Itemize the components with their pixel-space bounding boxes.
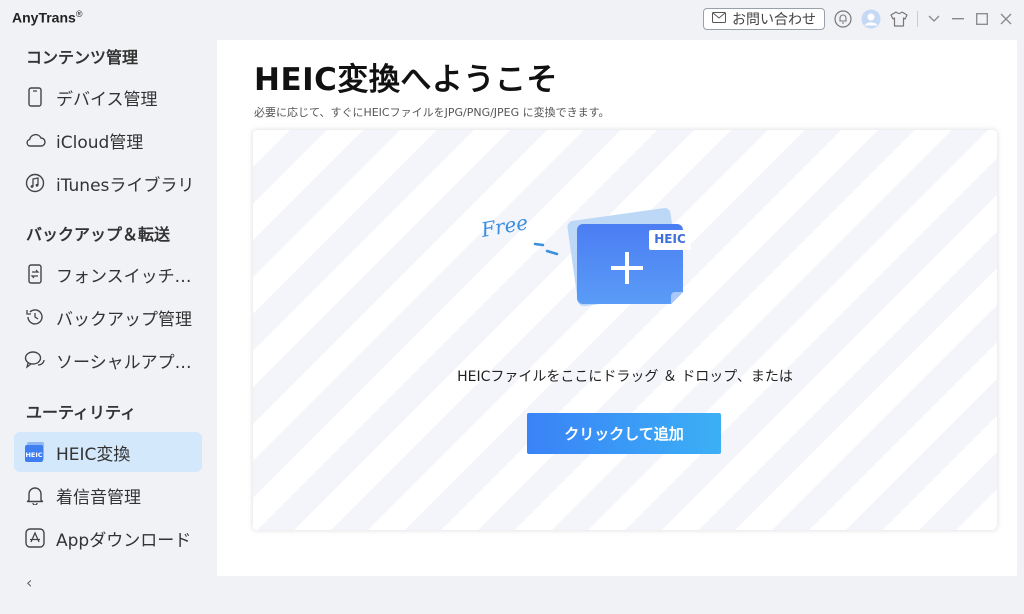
phone-icon bbox=[24, 86, 46, 108]
sidebar: コンテンツ管理 デバイス管理 iCloud管理 iTunesライブラリ バックア… bbox=[0, 38, 216, 614]
mail-icon bbox=[712, 11, 726, 27]
sidebar-item-label: HEIC変換 bbox=[56, 444, 131, 465]
dropdown-chevron-icon[interactable] bbox=[926, 11, 942, 27]
sidebar-item-heic-converter[interactable]: HEIC HEIC変換 bbox=[14, 432, 202, 472]
cloud-icon bbox=[24, 129, 46, 151]
app-store-icon bbox=[24, 527, 46, 549]
minimize-icon[interactable] bbox=[950, 11, 966, 27]
drop-instruction: HEICファイルをここにドラッグ ＆ ドロップ、または bbox=[457, 369, 793, 385]
section-title-utility: ユーティリティ bbox=[26, 403, 137, 422]
sidebar-collapse-button[interactable]: ‹ bbox=[26, 573, 32, 592]
titlebar-controls: お問い合わせ bbox=[703, 8, 1014, 30]
sidebar-item-label: フォンスイッチャー bbox=[56, 266, 202, 287]
sidebar-item-ringtone-management[interactable]: 着信音管理 bbox=[14, 475, 202, 515]
page-title: HEIC変換へようこそ bbox=[254, 62, 558, 98]
contact-button[interactable]: お問い合わせ bbox=[703, 8, 825, 30]
sidebar-item-label: デバイス管理 bbox=[56, 89, 158, 110]
history-icon bbox=[24, 306, 46, 328]
maximize-icon[interactable] bbox=[974, 11, 990, 27]
sidebar-item-icloud[interactable]: iCloud管理 bbox=[14, 120, 202, 160]
chat-icon bbox=[24, 349, 46, 371]
sidebar-item-backup-management[interactable]: バックアップ管理 bbox=[14, 297, 202, 337]
skin-shirt-icon[interactable] bbox=[889, 9, 909, 29]
heic-badge-label: HEIC bbox=[654, 232, 686, 246]
sidebar-item-itunes-library[interactable]: iTunesライブラリ bbox=[14, 163, 202, 203]
account-avatar-icon[interactable] bbox=[861, 9, 881, 29]
svg-text:HEIC: HEIC bbox=[25, 451, 42, 459]
page-subtitle: 必要に応じて、すぐにHEICファイルをJPG/PNG/JPEG に変換できます。 bbox=[254, 106, 610, 119]
trademark: ® bbox=[75, 9, 83, 19]
sidebar-item-app-download[interactable]: Appダウンロード bbox=[14, 518, 202, 558]
sidebar-item-social-apps[interactable]: ソーシャルアプリの... bbox=[14, 340, 202, 380]
app-name: AnyTrans bbox=[12, 9, 76, 26]
sidebar-item-label: バックアップ管理 bbox=[56, 309, 192, 330]
sidebar-item-label: ソーシャルアプリの... bbox=[56, 352, 202, 373]
titlebar-divider bbox=[917, 11, 918, 27]
sidebar-item-label: 着信音管理 bbox=[56, 487, 141, 508]
file-drop-zone[interactable]: Free HEIC HEICファイルをここにドラッグ ＆ ドロップ、または クリ… bbox=[253, 130, 997, 530]
notification-bell-icon[interactable] bbox=[833, 9, 853, 29]
phone-switch-icon bbox=[24, 263, 46, 285]
sidebar-item-label: Appダウンロード bbox=[56, 530, 192, 551]
contact-label: お問い合わせ bbox=[732, 12, 816, 28]
main-panel: HEIC変換へようこそ 必要に応じて、すぐにHEICファイルをJPG/PNG/J… bbox=[217, 40, 1017, 576]
app-title: AnyTrans® bbox=[12, 9, 82, 26]
section-title-backup-transfer: バックアップ＆転送 bbox=[26, 225, 171, 244]
heic-folder-illustration: Free HEIC bbox=[479, 204, 701, 324]
section-title-content-management: コンテンツ管理 bbox=[26, 48, 139, 67]
music-icon bbox=[24, 172, 46, 194]
heic-icon: HEIC bbox=[24, 441, 46, 463]
bell-icon bbox=[24, 484, 46, 506]
sidebar-item-label: iTunesライブラリ bbox=[56, 175, 195, 196]
add-file-button[interactable]: クリックして追加 bbox=[527, 413, 721, 454]
sidebar-item-label: iCloud管理 bbox=[56, 132, 144, 153]
sidebar-item-device-management[interactable]: デバイス管理 bbox=[14, 77, 202, 117]
close-icon[interactable] bbox=[998, 11, 1014, 27]
sidebar-item-phone-switcher[interactable]: フォンスイッチャー bbox=[14, 254, 202, 294]
